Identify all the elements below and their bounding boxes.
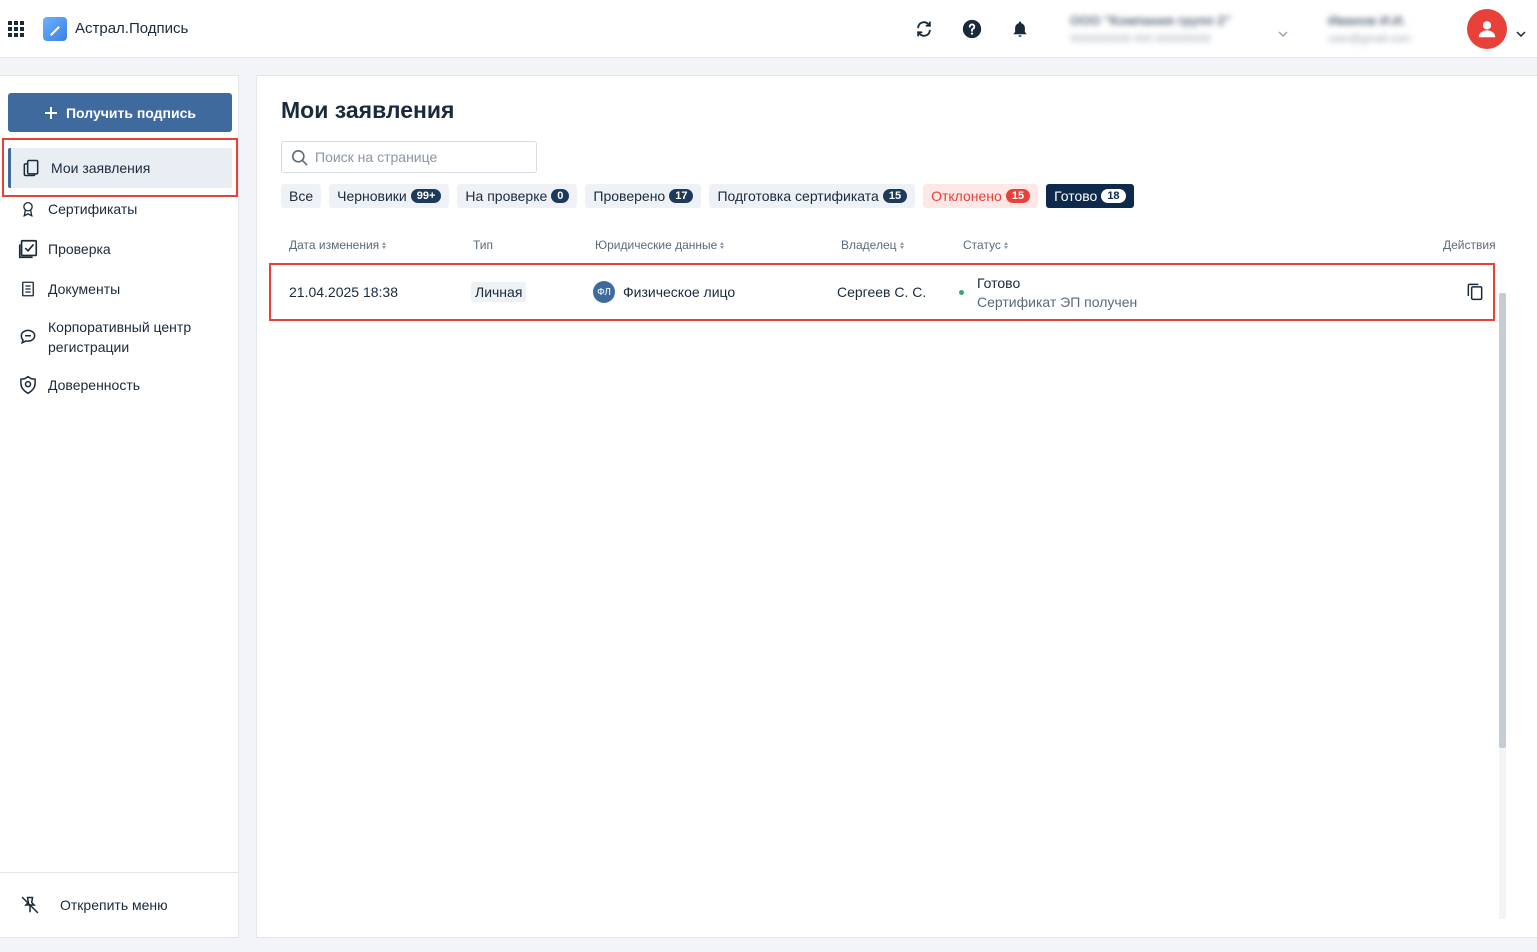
count-badge: 15 (882, 189, 908, 203)
sidebar-item-label: Документы (48, 281, 121, 297)
filter-drafts[interactable]: Черновики 99+ (329, 184, 450, 208)
row-date: 21.04.2025 18:38 (289, 284, 398, 300)
filter-ready[interactable]: Готово 18 (1046, 184, 1134, 208)
documents-copy-icon (11, 158, 51, 178)
user-name: Иванов И.И. (1328, 13, 1406, 28)
sidebar-item-certificates[interactable]: Сертификаты (8, 189, 232, 229)
status-dot (959, 289, 964, 295)
bell-icon[interactable] (1008, 17, 1032, 41)
top-header: Астрал.Подпись ООО "Компания групп 2" 00… (0, 0, 1537, 58)
column-label: Действия (1443, 238, 1496, 252)
shield-icon (8, 375, 48, 395)
sort-icon (899, 241, 904, 249)
filter-verified[interactable]: Проверено 17 (585, 184, 702, 208)
sidebar-item-label: Сертификаты (48, 201, 138, 217)
column-label: Дата изменения (289, 238, 380, 252)
column-status[interactable]: Статус (963, 238, 1008, 252)
sidebar-item-label: Мои заявления (51, 160, 151, 176)
sort-icon (720, 241, 725, 249)
checkbox-check-icon (8, 238, 48, 260)
count-badge: 18 (1101, 189, 1126, 203)
page-title: Мои заявления (281, 97, 455, 123)
row-status: Готово Сертификат ЭП получен (959, 265, 1137, 319)
search-input[interactable] (315, 149, 535, 165)
row-legal-data: ФЛ Физическое лицо (593, 265, 735, 319)
table-row[interactable]: 21.04.2025 18:38 Личная ФЛ Физическое ли… (269, 263, 1495, 321)
get-signature-label: Получить подпись (65, 104, 196, 121)
apps-grid-icon[interactable] (8, 21, 24, 37)
sidebar-item-my-applications[interactable]: Мои заявления (8, 148, 232, 188)
user-avatar-icon[interactable] (1467, 9, 1507, 49)
filter-label: Готово (1054, 188, 1098, 204)
column-type: Тип (473, 238, 493, 252)
user-info[interactable]: Иванов И.И. user@gmail.com (1328, 13, 1411, 45)
sidebar: Получить подпись Мои заявления Сертифика… (0, 75, 239, 938)
unpin-menu-label: Открепить меню (60, 897, 168, 913)
filter-label: Проверено (593, 188, 666, 204)
column-legal-data[interactable]: Юридические данные (595, 238, 725, 252)
legal-entity-type: Физическое лицо (623, 284, 736, 300)
column-label: Статус (963, 238, 1001, 252)
app-logo-icon[interactable] (43, 17, 67, 41)
app-title[interactable]: Астрал.Подпись (75, 20, 188, 37)
column-owner[interactable]: Владелец (841, 238, 904, 252)
filter-rejected[interactable]: Отклонено 15 (923, 184, 1039, 208)
filter-label: Отклонено (931, 188, 1002, 204)
unpin-icon (0, 895, 60, 915)
search-box[interactable] (281, 141, 537, 173)
unpin-menu-button[interactable]: Открепить меню (0, 872, 238, 937)
award-icon (8, 199, 48, 219)
sidebar-item-power-of-attorney[interactable]: Доверенность (8, 365, 232, 405)
filter-label: Черновики (337, 188, 407, 204)
count-badge: 15 (1005, 189, 1031, 203)
count-badge: 17 (669, 189, 694, 203)
column-label: Юридические данные (595, 238, 718, 252)
status-label: Готово (977, 274, 1021, 291)
chat-bubble-icon (8, 327, 48, 347)
type-tag: Личная (471, 282, 527, 302)
scrollbar[interactable] (1499, 293, 1506, 919)
sidebar-item-documents[interactable]: Документы (8, 269, 232, 309)
search-icon (291, 149, 308, 166)
filter-all[interactable]: Все (281, 184, 322, 208)
sidebar-item-corporate-registration-center[interactable]: Корпоративный центр регистрации (8, 312, 232, 362)
row-type: Личная (471, 265, 527, 319)
count-badge: 99+ (410, 189, 442, 203)
status-filters: Все Черновики 99+ На проверке 0 Проверен… (281, 184, 1134, 208)
user-email: user@gmail.com (1328, 33, 1411, 45)
main-content: Мои заявления Все Черновики 99+ На прове… (256, 75, 1537, 938)
filter-label: Все (289, 188, 314, 204)
sort-icon (1003, 241, 1008, 249)
sidebar-item-label: Доверенность (48, 377, 141, 393)
column-actions: Действия (1443, 238, 1496, 252)
column-date[interactable]: Дата изменения (289, 238, 387, 252)
sidebar-item-label: Корпоративный центр регистрации (48, 319, 192, 355)
filter-certificate-preparation[interactable]: Подготовка сертификата 15 (709, 184, 916, 208)
chevron-down-icon[interactable] (1516, 24, 1526, 42)
organization-name: ООО "Компания групп 2" (1070, 13, 1231, 28)
individual-badge: ФЛ (593, 281, 615, 303)
filter-under-review[interactable]: На проверке 0 (457, 184, 578, 208)
filter-label: На проверке (465, 188, 548, 204)
chevron-down-icon[interactable] (1278, 24, 1288, 42)
organization-selector[interactable]: ООО "Компания групп 2" 0000000000 000 00… (1070, 13, 1231, 45)
refresh-icon[interactable] (912, 17, 936, 41)
table-header: Дата изменения Тип Юридические данные Вл… (281, 236, 1501, 256)
column-label: Владелец (841, 238, 897, 252)
document-icon (8, 279, 48, 299)
sidebar-item-verification[interactable]: Проверка (8, 229, 232, 269)
column-label: Тип (473, 238, 494, 252)
row-owner: Сергеев С. С. (837, 284, 927, 300)
get-signature-button[interactable]: Получить подпись (8, 93, 232, 132)
sort-icon (382, 241, 387, 249)
plus-icon (44, 106, 57, 119)
copy-icon[interactable] (1465, 280, 1485, 305)
filter-label: Подготовка сертификата (717, 188, 879, 204)
status-sub-label: Сертификат ЭП получен (977, 293, 1138, 310)
help-icon[interactable] (960, 17, 984, 41)
scrollbar-thumb[interactable] (1499, 293, 1506, 748)
organization-details: 0000000000 000 000000000 (1070, 33, 1211, 45)
count-badge: 0 (551, 189, 570, 203)
sidebar-item-label: Проверка (48, 241, 111, 257)
